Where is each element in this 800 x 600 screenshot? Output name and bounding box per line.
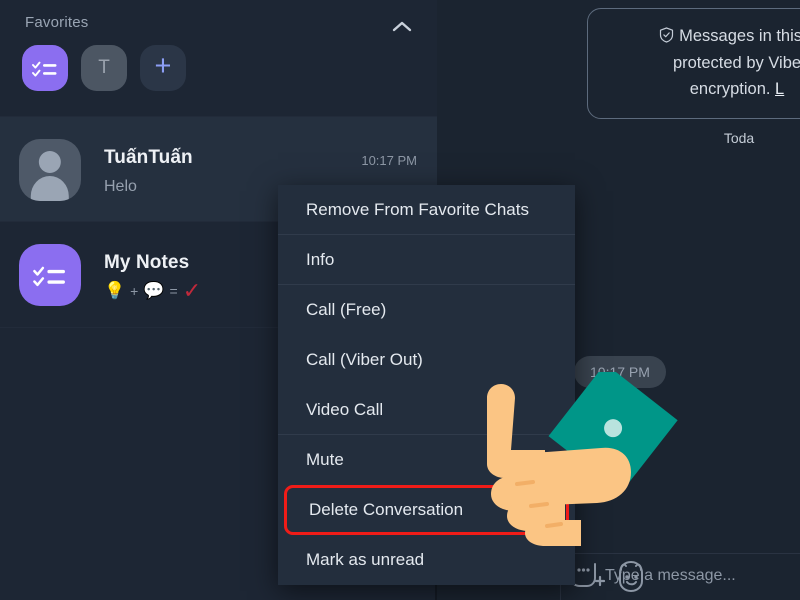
message-time-bubble: 10:17 PM [574,356,666,388]
menu-item-label: Video Call [306,399,384,419]
favorites-title: Favorites [25,14,89,31]
encryption-notice-text: encryption. [689,80,776,99]
menu-item-delete-conversation[interactable]: Delete Conversation [284,485,569,535]
chevron-up-icon [392,21,412,32]
encryption-notice-line-3: encryption. L [604,76,800,103]
menu-item-label: Remove From Favorite Chats [306,199,529,219]
checklist-icon [32,61,57,77]
my-notes-avatar [19,244,81,306]
menu-item-mute[interactable]: Mute [278,435,575,485]
menu-item-video-call[interactable]: Video Call [278,385,575,435]
chat-context-menu: Remove From Favorite Chats Info Call (Fr… [278,185,575,585]
menu-item-label: Info [306,249,335,269]
encryption-notice-line-1: Messages in this c [604,23,800,50]
favorites-collapse-button[interactable] [389,16,415,36]
shield-icon [660,27,674,43]
chat-preview-text: Helo [104,178,137,195]
menu-item-label: Delete Conversation [309,500,464,519]
favorites-section: Favorites T + [0,0,437,116]
viber-desktop-window: Favorites T + TuấnTuấn Helo 10:17 PM My … [0,0,800,600]
plus-symbol: + [130,283,139,299]
menu-item-call-viber-out[interactable]: Call (Viber Out) [278,335,575,385]
chat-preview-emoji: 💡 + 💬 = ✓ [104,280,201,302]
menu-item-label: Mute [306,450,344,469]
encryption-notice-line-2: protected by Vibe [672,53,800,72]
chat-timestamp: 10:17 PM [361,153,417,168]
favorite-avatar-my-notes[interactable] [22,45,68,91]
menu-item-label: Call (Free) [306,300,387,319]
chat-name: My Notes [104,252,190,273]
person-avatar-icon [19,139,81,201]
day-separator: Toda [723,130,755,146]
speech-balloon-emoji-icon: 💬 [143,281,165,300]
menu-item-info[interactable]: Info [278,235,575,285]
check-mark-emoji-icon: ✓ [182,278,202,303]
lightbulb-emoji-icon: 💡 [104,281,126,300]
menu-item-label: Call (Viber Out) [306,350,423,369]
encryption-notice: Messages in this c protected by Vibe enc… [587,8,800,120]
learn-more-link[interactable]: L [775,80,784,98]
favorites-avatar-row: T + [22,45,186,91]
avatar-letter: T [98,57,110,78]
favorite-avatar-contact-t[interactable]: T [81,45,127,91]
menu-item-label: Mark as unread [306,550,425,569]
favorites-add-button[interactable]: + [140,45,186,91]
menu-item-mark-as-unread[interactable]: Mark as unread [278,535,575,585]
chat-name: TuấnTuấn [104,147,193,168]
menu-item-call-free[interactable]: Call (Free) [278,285,575,335]
equals-symbol: = [169,283,178,299]
menu-item-remove-from-favorites[interactable]: Remove From Favorite Chats [278,185,575,235]
checklist-icon [33,266,65,287]
message-input-placeholder[interactable]: Type a message... [605,567,736,585]
plus-icon: + [154,50,172,82]
